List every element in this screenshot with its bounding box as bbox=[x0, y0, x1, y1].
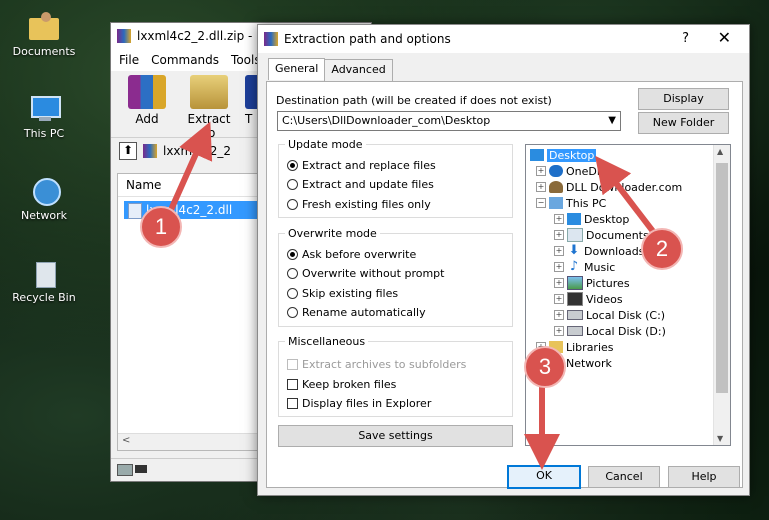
annotation-badge-3: 3 bbox=[524, 346, 566, 388]
annotation-badge-1: 1 bbox=[140, 206, 182, 248]
annotation-arrow-1 bbox=[167, 121, 213, 214]
annotation-arrow-2 bbox=[595, 155, 658, 236]
annotation-badge-2: 2 bbox=[641, 228, 683, 270]
